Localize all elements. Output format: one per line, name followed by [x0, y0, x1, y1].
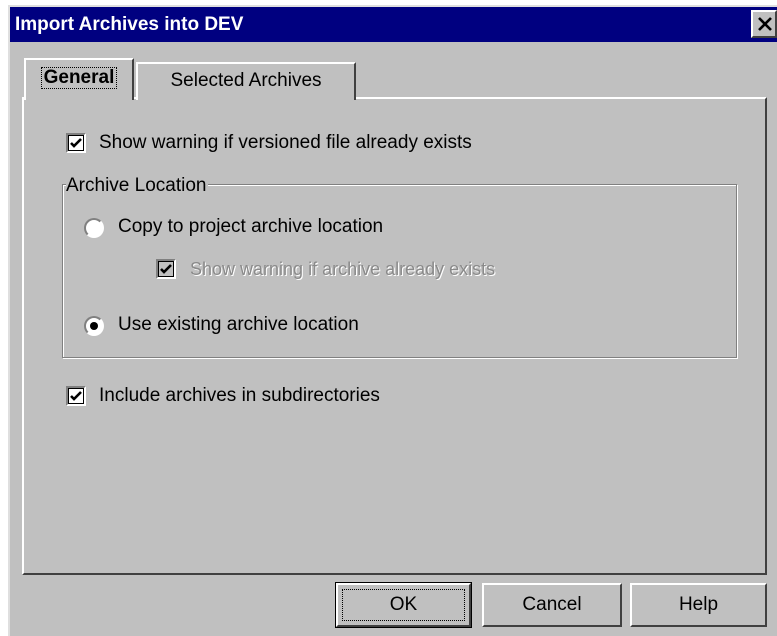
cancel-button-label: Cancel — [522, 594, 582, 615]
cancel-button[interactable]: Cancel — [482, 583, 622, 627]
help-button-label: Help — [678, 594, 719, 615]
close-icon — [758, 17, 772, 31]
help-button[interactable]: Help — [630, 583, 767, 627]
tab-selected-archives[interactable]: Selected Archives — [136, 62, 356, 100]
general-tab-panel — [22, 97, 767, 575]
title-bar[interactable]: Import Archives into DEV — [10, 7, 777, 42]
tab-general[interactable]: General — [24, 58, 134, 100]
window-title: Import Archives into DEV — [15, 14, 244, 35]
ok-button[interactable]: OK — [335, 582, 472, 628]
focus-rect — [342, 589, 465, 621]
tab-selected-archives-label: Selected Archives — [170, 70, 322, 91]
tab-general-label: General — [40, 67, 118, 89]
close-button[interactable] — [751, 10, 777, 38]
